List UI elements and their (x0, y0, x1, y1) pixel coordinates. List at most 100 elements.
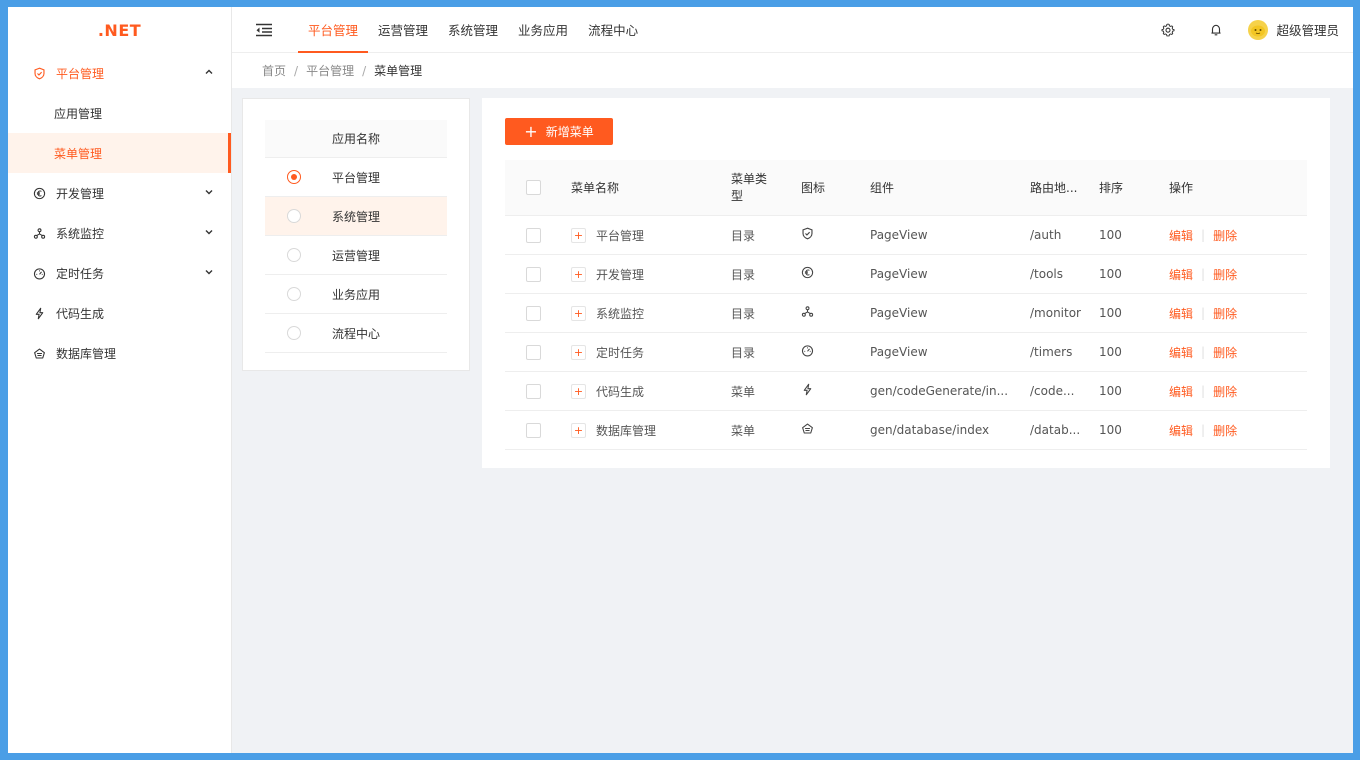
op-divider: | (1201, 306, 1206, 320)
tab-workflow[interactable]: 流程中心 (578, 7, 648, 53)
table-row: + 代码生成 菜单 gen/codeGenerate/in... /code...… (505, 372, 1307, 411)
sidebar-item-label: 系统监控 (56, 226, 105, 241)
sidebar-item-app-manage[interactable]: 应用管理 (8, 93, 231, 133)
expand-icon[interactable]: + (571, 383, 586, 399)
row-sort: 100 (1099, 267, 1122, 281)
row-checkbox[interactable] (526, 305, 541, 321)
app-row-platform[interactable]: 平台管理 (265, 158, 447, 197)
row-route: /monitor (1030, 306, 1081, 320)
app-select-panel: 应用名称 平台管理 系统管理 运营管理 业务应用 流程中心 (242, 98, 470, 371)
edit-link[interactable]: 编辑 (1169, 305, 1193, 322)
menu-table: 菜单名称 菜单类型 图标 组件 路由地... 排序 操作 + 平台管理 目录 Pa… (505, 160, 1307, 450)
op-divider: | (1201, 384, 1206, 398)
app-row-label: 系统管理 (332, 209, 381, 224)
gear-icon[interactable] (1144, 7, 1192, 53)
expand-icon[interactable]: + (571, 227, 586, 243)
chevron-up-icon (203, 66, 215, 78)
app-frame: .NET 平台管理 应用管理 菜单管理 开发管理 系统监控 定时任务 代码生成 … (8, 7, 1353, 753)
app-row-workflow[interactable]: 流程中心 (265, 314, 447, 353)
app-row-label: 运营管理 (332, 248, 381, 263)
delete-link[interactable]: 删除 (1213, 305, 1237, 322)
sidebar-item-codegen[interactable]: 代码生成 (8, 293, 231, 333)
edit-link[interactable]: 编辑 (1169, 227, 1193, 244)
edit-link[interactable]: 编辑 (1169, 266, 1193, 283)
app-row-system[interactable]: 系统管理 (265, 197, 447, 236)
sidebar-item-label: 数据库管理 (56, 346, 117, 361)
app-row-label: 平台管理 (332, 170, 381, 185)
breadcrumb-home[interactable]: 首页 (262, 62, 286, 79)
row-component: PageView (870, 228, 928, 242)
avatar (1248, 19, 1269, 40)
tab-platform[interactable]: 平台管理 (298, 7, 369, 53)
menu-table-header: 菜单名称 菜单类型 图标 组件 路由地... 排序 操作 (505, 160, 1307, 216)
row-type: 菜单 (731, 384, 756, 399)
op-divider: | (1201, 228, 1206, 242)
edit-link[interactable]: 编辑 (1169, 344, 1193, 361)
sidebar-item-timers[interactable]: 定时任务 (8, 253, 231, 293)
radio-selected[interactable] (287, 170, 301, 184)
chevron-down-icon (203, 266, 215, 278)
delete-link[interactable]: 删除 (1213, 227, 1237, 244)
menu-fold-icon[interactable] (232, 7, 296, 53)
cluster-icon (32, 226, 46, 240)
header-actions: 超级管理员 (1144, 7, 1353, 53)
radio[interactable] (287, 209, 301, 223)
delete-link[interactable]: 删除 (1213, 266, 1237, 283)
database-icon (32, 346, 46, 360)
radio[interactable] (287, 248, 301, 262)
sidebar-item-label: 开发管理 (56, 186, 105, 201)
row-component: PageView (870, 345, 928, 359)
table-row: + 定时任务 目录 PageView /timers 100 编辑 | 删除 (505, 333, 1307, 372)
table-row: + 开发管理 目录 PageView /tools 100 编辑 | 删除 (505, 255, 1307, 294)
row-component: PageView (870, 267, 928, 281)
app-row-operations[interactable]: 运营管理 (265, 236, 447, 275)
row-type: 菜单 (731, 423, 756, 438)
row-checkbox[interactable] (526, 266, 541, 282)
radio[interactable] (287, 287, 301, 301)
sidebar-item-monitor[interactable]: 系统监控 (8, 213, 231, 253)
sidebar-item-dev[interactable]: 开发管理 (8, 173, 231, 213)
table-row: + 平台管理 目录 PageView /auth 100 编辑 | 删除 (505, 216, 1307, 255)
breadcrumb-platform[interactable]: 平台管理 (306, 62, 354, 79)
row-checkbox[interactable] (526, 344, 541, 360)
row-route: /code... (1030, 384, 1075, 398)
delete-link[interactable]: 删除 (1213, 422, 1237, 439)
row-component: PageView (870, 306, 928, 320)
expand-icon[interactable]: + (571, 266, 586, 282)
edit-link[interactable]: 编辑 (1169, 383, 1193, 400)
radio[interactable] (287, 326, 301, 340)
sidebar-item-database[interactable]: 数据库管理 (8, 333, 231, 373)
row-checkbox[interactable] (526, 383, 541, 399)
cluster-icon (801, 305, 814, 321)
sidebar-item-label: 应用管理 (54, 106, 103, 121)
expand-icon[interactable]: + (571, 422, 586, 438)
bell-icon[interactable] (1192, 7, 1240, 53)
add-menu-button[interactable]: + 新增菜单 (505, 118, 613, 145)
row-name: 定时任务 (596, 345, 645, 360)
delete-link[interactable]: 删除 (1213, 344, 1237, 361)
op-divider: | (1201, 345, 1206, 359)
row-route: /datab... (1030, 423, 1081, 437)
row-checkbox[interactable] (526, 227, 541, 243)
op-divider: | (1201, 423, 1206, 437)
table-row: + 数据库管理 菜单 gen/database/index /datab... 1… (505, 411, 1307, 450)
edit-link[interactable]: 编辑 (1169, 422, 1193, 439)
expand-icon[interactable]: + (571, 305, 586, 321)
row-name: 开发管理 (596, 267, 645, 282)
sidebar-item-menu-manage[interactable]: 菜单管理 (8, 133, 231, 173)
row-component: gen/codeGenerate/in... (870, 384, 1009, 398)
sidebar: .NET 平台管理 应用管理 菜单管理 开发管理 系统监控 定时任务 代码生成 … (8, 7, 232, 753)
chevron-down-icon (203, 226, 215, 238)
row-checkbox[interactable] (526, 422, 541, 438)
delete-link[interactable]: 删除 (1213, 383, 1237, 400)
user-menu[interactable]: 超级管理员 (1240, 19, 1353, 40)
tab-operations[interactable]: 运营管理 (368, 7, 438, 53)
tab-system[interactable]: 系统管理 (438, 7, 508, 53)
select-all-checkbox[interactable] (526, 180, 541, 195)
expand-icon[interactable]: + (571, 344, 586, 360)
sidebar-item-platform[interactable]: 平台管理 (8, 53, 231, 93)
row-type: 目录 (731, 228, 756, 243)
tab-business[interactable]: 业务应用 (508, 7, 578, 53)
dashboard-icon (32, 266, 46, 280)
app-row-business[interactable]: 业务应用 (265, 275, 447, 314)
